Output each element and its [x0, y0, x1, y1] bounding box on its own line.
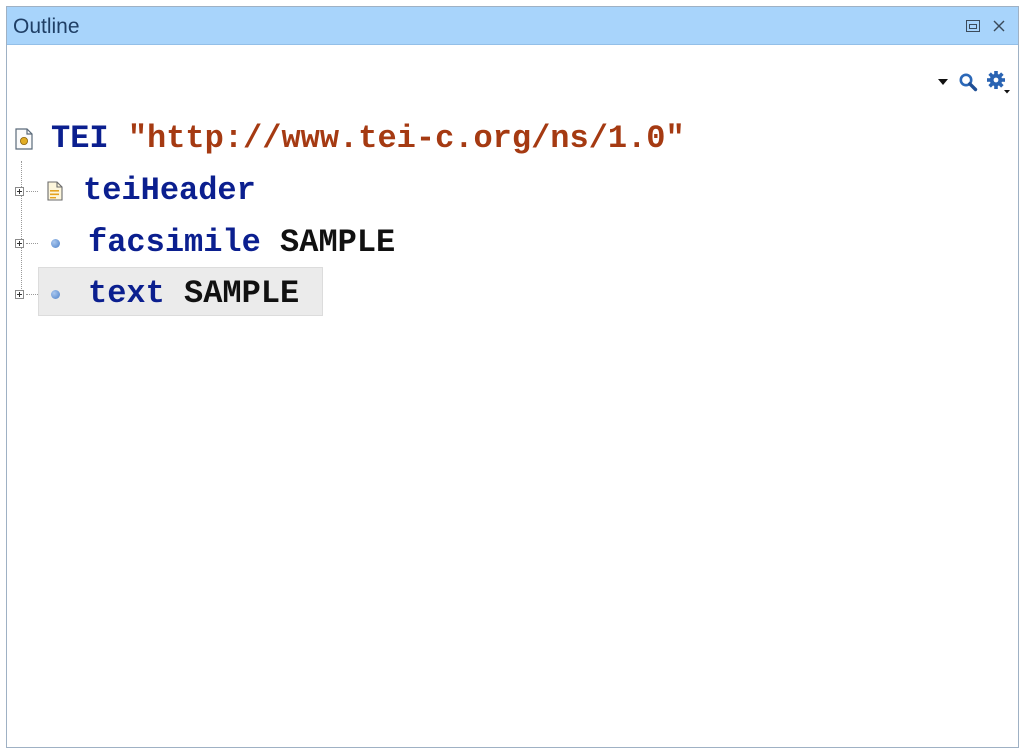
close-button[interactable]: [988, 15, 1010, 37]
dropdown-arrow-icon: [938, 79, 948, 85]
outline-toolbar: [936, 67, 1010, 97]
close-icon: [993, 20, 1005, 32]
tree-node-attribute: SAMPLE: [184, 275, 300, 312]
tree-node-namespace: "http://www.tei-c.org/ns/1.0": [127, 120, 685, 157]
header-element-icon: [47, 181, 63, 201]
tree-node-element: TEI: [51, 120, 109, 157]
xml-document-icon: [15, 128, 33, 150]
expand-icon[interactable]: [15, 290, 24, 299]
search-icon: [959, 73, 978, 92]
tree-node-text[interactable]: text SAMPLE: [7, 271, 299, 317]
settings-button[interactable]: [986, 70, 1010, 94]
expand-icon[interactable]: [15, 187, 24, 196]
outline-panel: Outline TEI "http://www.tei-c.org/ns/1.0…: [6, 6, 1019, 748]
search-button[interactable]: [956, 70, 980, 94]
tree-node-tei[interactable]: TEI "http://www.tei-c.org/ns/1.0": [15, 116, 685, 162]
tree-node-facsimile[interactable]: facsimile SAMPLE: [7, 220, 395, 266]
tree-node-element: facsimile: [88, 224, 261, 261]
tree-node-element: teiHeader: [83, 172, 256, 209]
settings-icon: [987, 71, 1010, 94]
tree-branch-line: [26, 243, 38, 244]
panel-title: Outline: [13, 15, 80, 38]
tree-node-element: text: [88, 275, 165, 312]
element-bullet-icon: [51, 238, 60, 248]
tree-node-teiheader[interactable]: teiHeader: [7, 168, 256, 214]
restore-icon: [966, 20, 980, 32]
tree-branch-line: [26, 294, 38, 295]
tree-branch-line: [26, 191, 38, 192]
element-bullet-icon: [51, 289, 60, 299]
view-menu-button[interactable]: [936, 70, 950, 94]
panel-titlebar: Outline: [7, 7, 1018, 45]
expand-icon[interactable]: [15, 239, 24, 248]
tree-node-attribute: SAMPLE: [280, 224, 396, 261]
restore-button[interactable]: [962, 15, 984, 37]
